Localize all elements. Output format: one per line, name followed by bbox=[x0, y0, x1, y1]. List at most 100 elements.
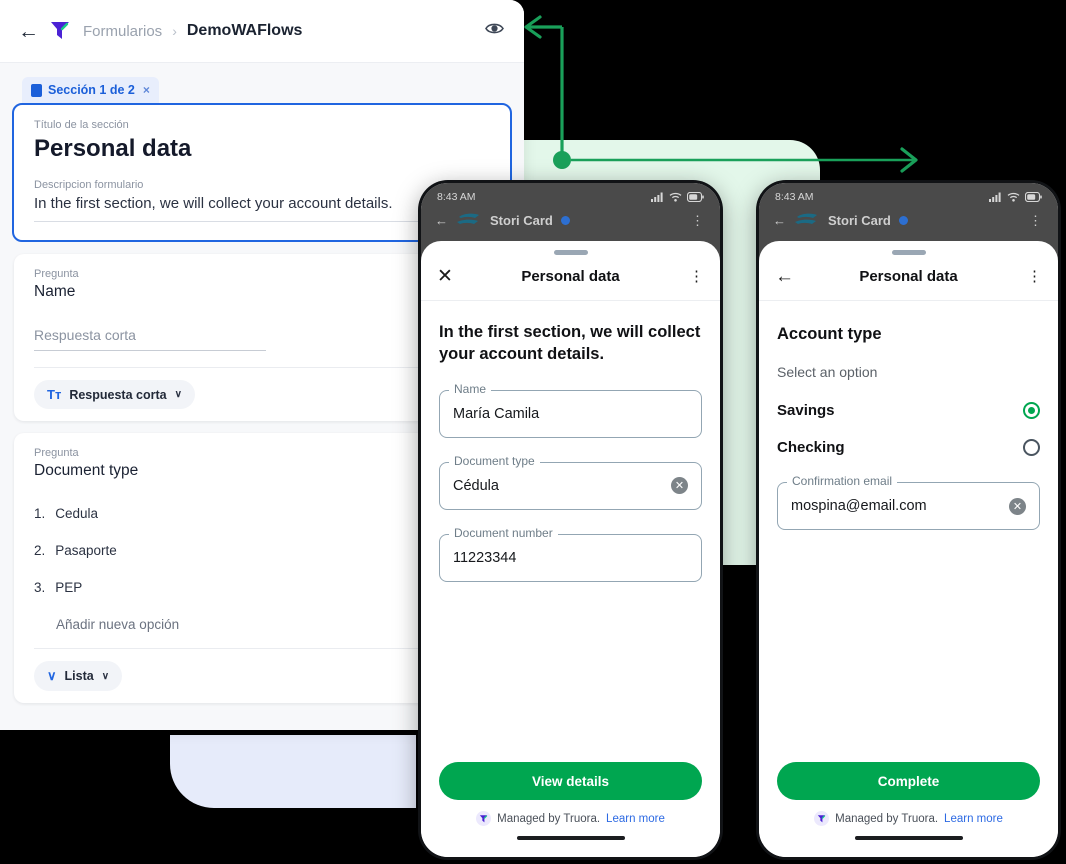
radio-button[interactable] bbox=[1023, 439, 1040, 456]
clear-icon[interactable]: ✕ bbox=[1009, 497, 1026, 515]
question-type-label: Lista bbox=[64, 669, 94, 683]
section-title-value[interactable]: Personal data bbox=[34, 135, 490, 163]
home-indicator bbox=[854, 836, 963, 840]
option-number: 3. bbox=[34, 580, 46, 595]
wifi-icon bbox=[669, 192, 682, 202]
answer-placeholder[interactable]: Respuesta corta bbox=[34, 327, 266, 351]
sheet-title: Personal data bbox=[521, 268, 620, 285]
sheet-header: ✕ Personal data ⋮ bbox=[421, 255, 720, 301]
managed-text: Managed by Truora. bbox=[497, 812, 601, 825]
kebab-menu-icon[interactable]: ⋮ bbox=[691, 214, 704, 227]
managed-by-footer: Managed by Truora. Learn more bbox=[439, 811, 702, 826]
question-type-dropdown[interactable]: ∨ Lista ∨ bbox=[34, 661, 123, 691]
chevron-right-icon: › bbox=[172, 23, 177, 39]
wifi-icon bbox=[1007, 192, 1020, 202]
field-box[interactable]: María Camila bbox=[439, 389, 702, 438]
option-text: Pasaporte bbox=[55, 543, 117, 558]
status-bar: 8:43 AM bbox=[421, 183, 720, 203]
sheet-footer: View details Managed by Truora. Learn mo… bbox=[421, 762, 720, 857]
status-bar: 8:43 AM bbox=[759, 183, 1058, 203]
whatsapp-header: ← Stori Card ⋮ bbox=[759, 203, 1058, 228]
field-legend: Document type bbox=[449, 453, 540, 468]
arrow-left-icon[interactable]: ← bbox=[773, 213, 786, 228]
list-type-icon: ∨ bbox=[47, 668, 57, 683]
close-icon[interactable]: ✕ bbox=[437, 267, 463, 286]
field-value: 11223344 bbox=[453, 549, 517, 566]
back-icon[interactable]: ← bbox=[775, 267, 801, 286]
select-option-subtitle: Select an option bbox=[777, 364, 878, 380]
chevron-down-icon: ∨ bbox=[101, 670, 110, 682]
option-text: Cedula bbox=[55, 506, 99, 521]
radio-option-savings[interactable]: Savings bbox=[777, 402, 1040, 419]
stori-logo-icon bbox=[795, 213, 817, 224]
question-type-dropdown[interactable]: Tт Respuesta corta ∨ bbox=[34, 380, 195, 409]
complete-button[interactable]: Complete bbox=[777, 762, 1040, 800]
flow-sheet: ← Personal data ⋮ Account type Select an… bbox=[759, 241, 1058, 857]
verified-badge-icon bbox=[898, 215, 908, 225]
radio-button-selected[interactable] bbox=[1023, 402, 1040, 419]
status-time: 8:43 AM bbox=[437, 191, 476, 203]
kebab-menu-icon[interactable]: ⋮ bbox=[678, 269, 704, 284]
confirmation-email-field[interactable]: Confirmation email mospina@email.com ✕ bbox=[777, 474, 1040, 530]
name-field[interactable]: Name María Camila bbox=[439, 381, 702, 438]
truora-logo-icon bbox=[814, 811, 830, 826]
sheet-body: Account type Select an option Savings Ch… bbox=[759, 301, 1058, 762]
arrow-left-icon[interactable]: ← bbox=[18, 21, 39, 42]
canvas: ← Formularios › DemoWAFlows Sección 1 de… bbox=[0, 0, 1066, 864]
kebab-menu-icon[interactable]: ⋮ bbox=[1029, 214, 1042, 227]
field-legend: Name bbox=[449, 381, 492, 396]
learn-more-link[interactable]: Learn more bbox=[606, 813, 665, 825]
chevron-down-icon: ∨ bbox=[174, 389, 182, 400]
field-value: María Camila bbox=[453, 405, 540, 422]
breadcrumb-current: DemoWAFlows bbox=[186, 22, 303, 39]
field-box[interactable]: Cédula ✕ bbox=[439, 461, 702, 510]
field-box[interactable]: 11223344 bbox=[439, 533, 702, 582]
radio-label: Savings bbox=[777, 402, 835, 419]
radio-label: Checking bbox=[777, 439, 845, 456]
radio-option-checking[interactable]: Checking bbox=[777, 439, 1040, 456]
clear-icon[interactable]: ✕ bbox=[671, 477, 688, 495]
field-box[interactable]: mospina@email.com ✕ bbox=[777, 482, 1040, 530]
field-legend: Confirmation email bbox=[787, 474, 898, 488]
breadcrumb-parent[interactable]: Formularios bbox=[83, 23, 162, 40]
whatsapp-contact-name: Stori Card bbox=[828, 212, 891, 228]
text-type-icon: Tт bbox=[47, 387, 62, 402]
home-indicator bbox=[516, 836, 625, 840]
account-type-heading: Account type bbox=[777, 325, 882, 343]
field-legend: Document number bbox=[449, 525, 558, 540]
option-number: 2. bbox=[34, 543, 46, 558]
document-icon bbox=[31, 83, 42, 97]
signal-icon bbox=[989, 192, 1001, 202]
view-details-button[interactable]: View details bbox=[439, 762, 702, 800]
document-number-field[interactable]: Document number 11223344 bbox=[439, 525, 702, 582]
status-icons bbox=[989, 192, 1042, 202]
battery-icon bbox=[1025, 192, 1042, 202]
arrow-left-icon[interactable]: ← bbox=[435, 213, 448, 228]
sheet-footer: Complete Managed by Truora. Learn more bbox=[759, 762, 1058, 857]
signal-icon bbox=[651, 192, 663, 202]
document-type-field[interactable]: Document type Cédula ✕ bbox=[439, 453, 702, 510]
section-tab-row: Sección 1 de 2 × bbox=[0, 77, 524, 103]
field-value: Cédula bbox=[453, 477, 499, 494]
option-number: 1. bbox=[34, 506, 46, 521]
managed-text: Managed by Truora. bbox=[835, 812, 939, 825]
section-title-label: Título de la sección bbox=[34, 119, 129, 131]
phone-screen: 8:43 AM ← Stori Card ⋮ bbox=[421, 183, 720, 857]
eye-icon[interactable] bbox=[485, 22, 504, 41]
sheet-lead-text: In the first section, we will collect yo… bbox=[439, 323, 701, 364]
close-icon[interactable]: × bbox=[143, 83, 150, 97]
verified-badge-icon bbox=[560, 215, 570, 225]
lavender-background-shape bbox=[170, 735, 416, 808]
question-type-label: Respuesta corta bbox=[69, 387, 167, 402]
status-time: 8:43 AM bbox=[775, 191, 814, 203]
phone-preview-step-1: 8:43 AM ← Stori Card ⋮ ✕ Personal data ⋮… bbox=[418, 180, 723, 860]
kebab-menu-icon[interactable]: ⋮ bbox=[1016, 269, 1042, 284]
truora-logo-icon bbox=[476, 811, 492, 826]
phone-screen: 8:43 AM ← Stori Card ⋮ bbox=[759, 183, 1058, 857]
sheet-header: ← Personal data ⋮ bbox=[759, 255, 1058, 301]
sheet-body: In the first section, we will collect yo… bbox=[421, 301, 720, 762]
section-tab[interactable]: Sección 1 de 2 × bbox=[22, 77, 159, 103]
battery-icon bbox=[687, 192, 704, 202]
learn-more-link[interactable]: Learn more bbox=[944, 813, 1003, 825]
flow-sheet: ✕ Personal data ⋮ In the first section, … bbox=[421, 241, 720, 857]
